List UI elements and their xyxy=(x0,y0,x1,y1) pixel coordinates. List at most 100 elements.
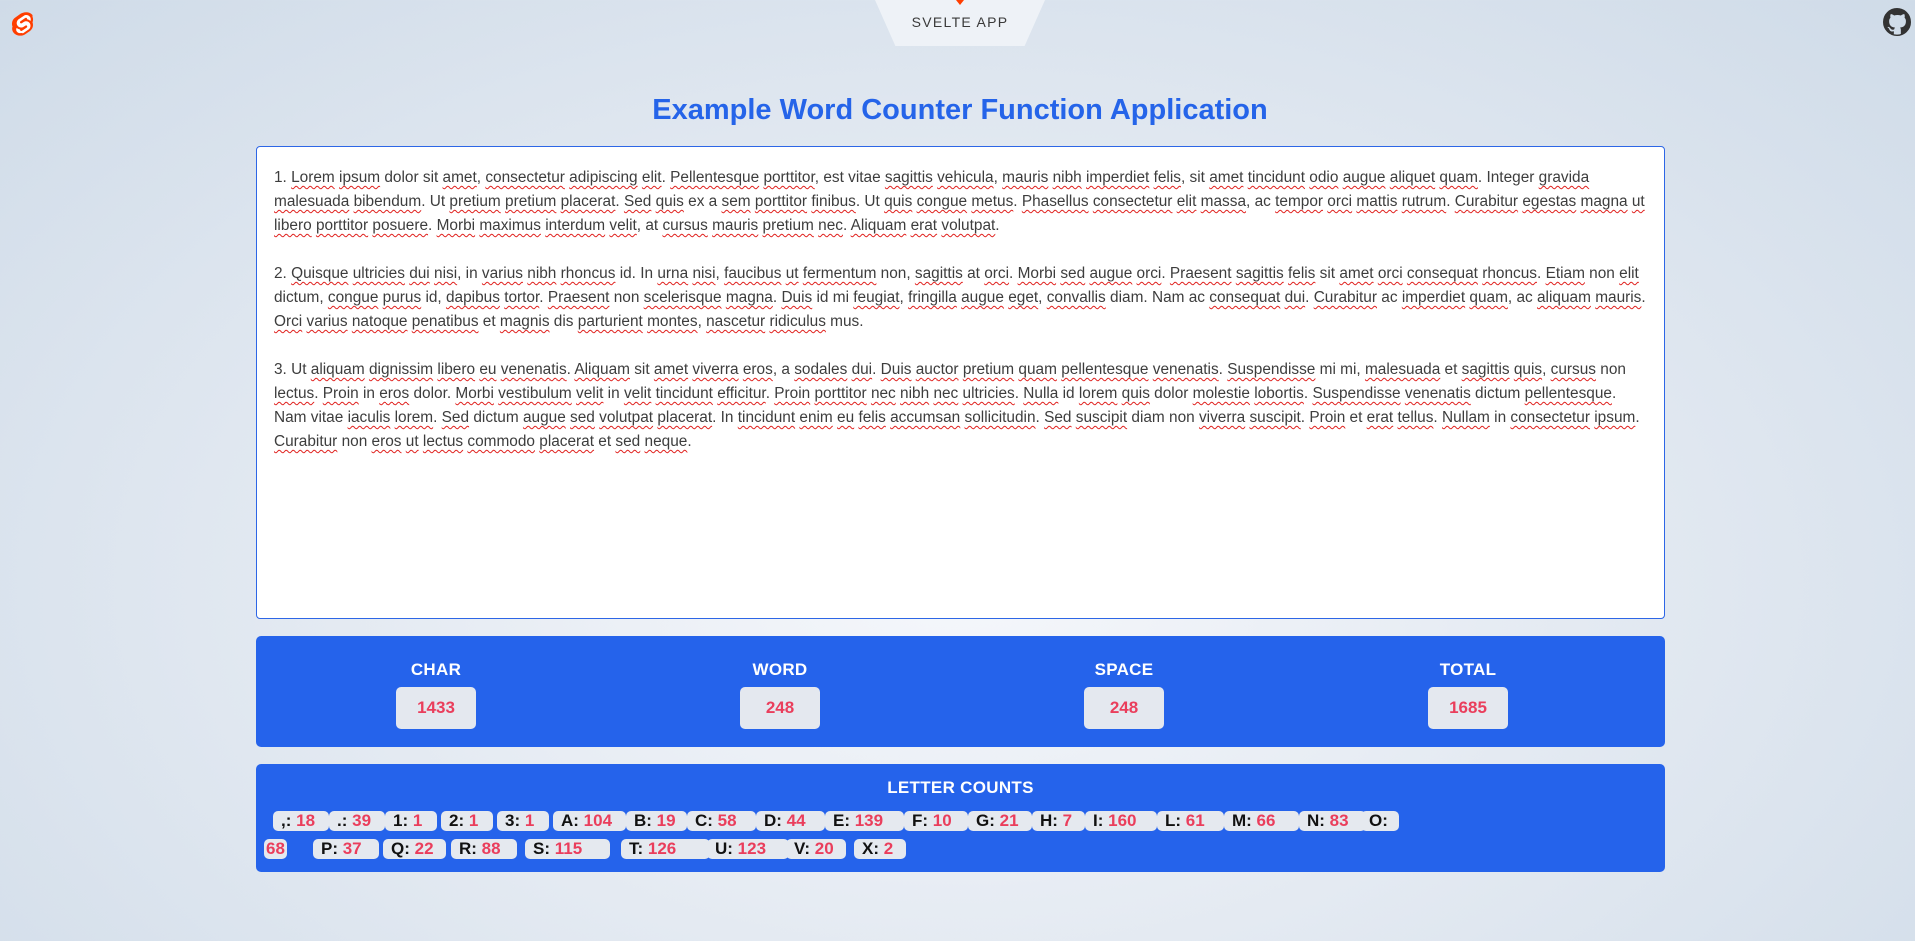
text-run: et xyxy=(1345,409,1367,426)
misspelled-word: Morbi xyxy=(436,217,476,234)
misspelled-word: eros xyxy=(371,433,402,450)
misspelled-word: placerat xyxy=(539,433,595,450)
letter-key: R: xyxy=(459,839,477,858)
misspelled-word: orci xyxy=(1136,265,1162,282)
misspelled-word: Sed xyxy=(1044,409,1072,426)
text-run: mi mi, xyxy=(1315,361,1365,378)
misspelled-word: ipsum xyxy=(1594,409,1636,426)
misspelled-word: tellus xyxy=(1397,409,1434,426)
letter-count-chip: N: 83 xyxy=(1299,811,1366,831)
text-run: . xyxy=(1446,193,1455,210)
misspelled-word: nisi xyxy=(434,265,458,282)
text-run: dolor. xyxy=(409,385,456,402)
text-input-area[interactable]: 1. Lorem ipsum dolor sit amet, consectet… xyxy=(256,146,1665,619)
misspelled-word: pellentesque xyxy=(1524,385,1612,402)
letter-count-chip: V: 20 xyxy=(786,839,846,859)
misspelled-word: elit xyxy=(641,169,662,186)
misspelled-word: Suspendisse xyxy=(1227,361,1316,378)
misspelled-word: neque xyxy=(644,433,688,450)
stat-label: WORD xyxy=(752,660,808,679)
misspelled-word: iaculis xyxy=(347,409,391,426)
misspelled-word: velit xyxy=(576,385,604,402)
svelte-logo-icon[interactable] xyxy=(10,9,36,39)
text-run: et xyxy=(1440,361,1462,378)
letter-key: Q: xyxy=(391,839,410,858)
letter-key: 3: xyxy=(505,811,521,830)
misspelled-word: amet xyxy=(1339,265,1374,282)
misspelled-word: placerat xyxy=(560,193,616,210)
letter-value: 58 xyxy=(712,811,737,830)
misspelled-word: accumsan xyxy=(890,409,961,426)
letter-key: ,: xyxy=(281,811,292,830)
misspelled-word: nec xyxy=(933,385,959,402)
misspelled-word: Proin xyxy=(322,385,359,402)
letter-value: 22 xyxy=(409,839,434,858)
text-run: et xyxy=(478,313,500,330)
letter-value: 88 xyxy=(476,839,501,858)
misspelled-word: augue xyxy=(522,409,566,426)
letter-count-chip: C: 58 xyxy=(687,811,756,831)
misspelled-word: Praesent xyxy=(1169,265,1232,282)
misspelled-word: quis xyxy=(655,193,684,210)
letter-value: 20 xyxy=(810,839,834,858)
misspelled-word: lorem xyxy=(1078,385,1118,402)
text-run: , a xyxy=(772,361,795,378)
app-tab-label: SVELTE APP xyxy=(911,14,1009,30)
misspelled-word: natoque xyxy=(351,313,408,330)
misspelled-word: ultricies xyxy=(352,265,405,282)
misspelled-word: Duis xyxy=(781,289,813,306)
misspelled-word: quis xyxy=(884,193,913,210)
misspelled-word: cursus xyxy=(1550,361,1596,378)
misspelled-word: magna xyxy=(1580,193,1628,210)
misspelled-word: pretium xyxy=(762,217,814,234)
misspelled-word: nibh xyxy=(527,265,557,282)
misspelled-word: Sed xyxy=(623,193,652,210)
misspelled-word: velit xyxy=(623,385,652,402)
github-icon[interactable] xyxy=(1883,8,1911,36)
letter-count-chip: L: 61 xyxy=(1157,811,1224,831)
misspelled-word: Sed xyxy=(441,409,470,426)
misspelled-word: cursus xyxy=(662,217,708,234)
text-run: . xyxy=(995,217,1000,234)
letter-value: 104 xyxy=(578,811,613,830)
misspelled-word: penatibus xyxy=(411,313,479,330)
misspelled-word: parturient xyxy=(577,313,643,330)
text-run: id xyxy=(1058,385,1079,402)
letter-key: G: xyxy=(976,811,995,830)
letter-count-chip: O: xyxy=(1361,811,1399,831)
misspelled-word: venenatis xyxy=(1404,385,1471,402)
stat-label: CHAR xyxy=(410,660,462,679)
misspelled-word: sagittis xyxy=(914,265,963,282)
letter-value: 61 xyxy=(1181,811,1205,830)
misspelled-word: orci xyxy=(1327,193,1353,210)
misspelled-word: rutrum xyxy=(1401,193,1447,210)
misspelled-word: auctor xyxy=(915,361,959,378)
text-run: . xyxy=(765,385,775,402)
misspelled-word: aliquam xyxy=(1537,289,1591,306)
misspelled-word: ipsum xyxy=(339,169,381,186)
misspelled-word: dui xyxy=(851,361,873,378)
misspelled-word: bibendum xyxy=(353,193,422,210)
misspelled-word: maximus xyxy=(479,217,541,234)
misspelled-word: ultricies xyxy=(962,385,1015,402)
letter-value: 19 xyxy=(651,811,676,830)
text-run: . xyxy=(1009,265,1018,282)
misspelled-word: Aliquam xyxy=(574,361,630,378)
misspelled-word: nibh xyxy=(900,385,930,402)
text-run: sit xyxy=(1315,265,1340,282)
stat-value: 248 xyxy=(740,687,820,729)
letter-value: 37 xyxy=(338,839,362,858)
misspelled-word: orci xyxy=(1377,265,1403,282)
letter-key: T: xyxy=(629,839,644,858)
misspelled-word: eu xyxy=(837,409,855,426)
misspelled-word: pellentesque xyxy=(1061,361,1149,378)
stats-panel: CHAR 1433 WORD 248 SPACE 248 TOTAL 1685 xyxy=(256,636,1665,747)
misspelled-word: metus xyxy=(971,193,1014,210)
text-run: . xyxy=(872,361,881,378)
misspelled-word: mauris xyxy=(1002,169,1049,186)
misspelled-word: ridiculus xyxy=(769,313,826,330)
letter-count-chip: U: 123 xyxy=(707,839,789,859)
misspelled-word: porttitor xyxy=(754,193,808,210)
misspelled-word: suscipit xyxy=(1075,409,1128,426)
letter-key: A: xyxy=(561,811,579,830)
